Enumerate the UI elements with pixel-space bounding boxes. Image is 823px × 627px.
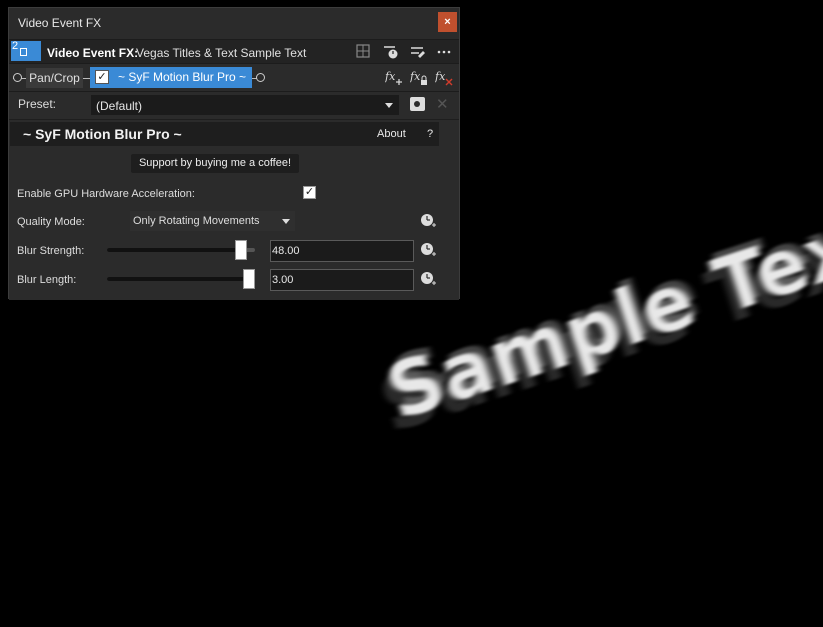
preset-dropdown[interactable]: (Default)	[91, 95, 399, 115]
blur-strength-thumb[interactable]	[235, 240, 247, 260]
blur-strength-fill	[107, 248, 241, 252]
plugin-title: ~ SyF Motion Blur Pro ~	[23, 126, 182, 142]
fx-header-value: Vegas Titles & Text Sample Text	[136, 46, 307, 60]
chain-start-node	[13, 73, 22, 82]
svg-text:fx: fx	[410, 70, 421, 83]
close-button[interactable]: ×	[438, 12, 457, 32]
help-button[interactable]: ?	[427, 128, 433, 140]
video-event-fx-window: Video Event FX × 2 Video Event FX: Vegas…	[8, 7, 460, 300]
gpu-label: Enable GPU Hardware Acceleration:	[17, 188, 195, 200]
keyframe-icon[interactable]	[420, 242, 436, 258]
blur-strength-label: Blur Strength:	[17, 245, 85, 257]
blur-length-label: Blur Length:	[17, 274, 77, 286]
chain-end-node	[256, 73, 265, 82]
fx-add-icon[interactable]: fx	[384, 70, 405, 86]
about-button[interactable]: About	[377, 128, 406, 140]
chain-plugin-syf-motion-blur[interactable]: ✓ ~ SyF Motion Blur Pro ~	[90, 67, 252, 88]
plugin-header: ~ SyF Motion Blur Pro ~ About ?	[10, 122, 439, 146]
chain-plugin-label: ~ SyF Motion Blur Pro ~	[118, 70, 247, 84]
quality-dropdown[interactable]: Only Rotating Movements	[130, 211, 295, 231]
keyframe-icon[interactable]	[420, 271, 436, 287]
fx-header-label: Video Event FX:	[47, 46, 139, 60]
preset-value: (Default)	[96, 99, 143, 113]
keyframe-icon[interactable]	[420, 213, 436, 229]
svg-text:fx: fx	[385, 70, 396, 83]
chevron-down-icon	[282, 219, 290, 224]
grid-icon	[20, 48, 27, 56]
window-title: Video Event FX	[18, 16, 102, 30]
event-icon[interactable]: 2	[11, 40, 41, 61]
plugin-enable-checkbox[interactable]: ✓	[95, 70, 109, 84]
coffee-button[interactable]: Support by buying me a coffee!	[131, 154, 299, 173]
blur-length-slider[interactable]	[107, 277, 255, 281]
fx-lock-icon[interactable]: fx	[409, 70, 430, 86]
delete-preset-icon[interactable]: ✕	[436, 95, 449, 113]
title-bar[interactable]: Video Event FX ×	[9, 8, 459, 38]
fx-header: 2 Video Event FX: Vegas Titles & Text Sa…	[9, 39, 459, 64]
grid-icon[interactable]	[354, 44, 372, 60]
blur-length-thumb[interactable]	[243, 269, 255, 289]
blur-strength-input[interactable]: 48.00	[270, 240, 414, 262]
quality-value: Only Rotating Movements	[133, 215, 260, 227]
blur-strength-slider[interactable]	[107, 248, 255, 252]
fx-remove-icon[interactable]: fx	[434, 70, 455, 86]
keyframe-icon[interactable]	[382, 44, 400, 60]
pan-crop-button[interactable]: Pan/Crop	[26, 68, 83, 88]
chevron-down-icon	[385, 103, 393, 108]
reorder-icon[interactable]	[409, 44, 427, 60]
svg-text:fx: fx	[435, 70, 446, 83]
plugin-panel: ~ SyF Motion Blur Pro ~ About ? Support …	[9, 119, 459, 300]
quality-label: Quality Mode:	[17, 216, 85, 228]
fx-chain: Pan/Crop ✓ ~ SyF Motion Blur Pro ~ fx fx…	[9, 65, 459, 92]
gpu-checkbox[interactable]: ✓	[303, 186, 316, 199]
blur-length-fill	[107, 277, 249, 281]
save-preset-icon[interactable]	[410, 97, 425, 111]
blur-length-input[interactable]: 3.00	[270, 269, 414, 291]
preset-label: Preset:	[18, 97, 57, 111]
preset-row: Preset: (Default) ✕	[9, 93, 459, 119]
more-icon[interactable]	[435, 44, 453, 60]
event-number: 2	[12, 40, 19, 52]
